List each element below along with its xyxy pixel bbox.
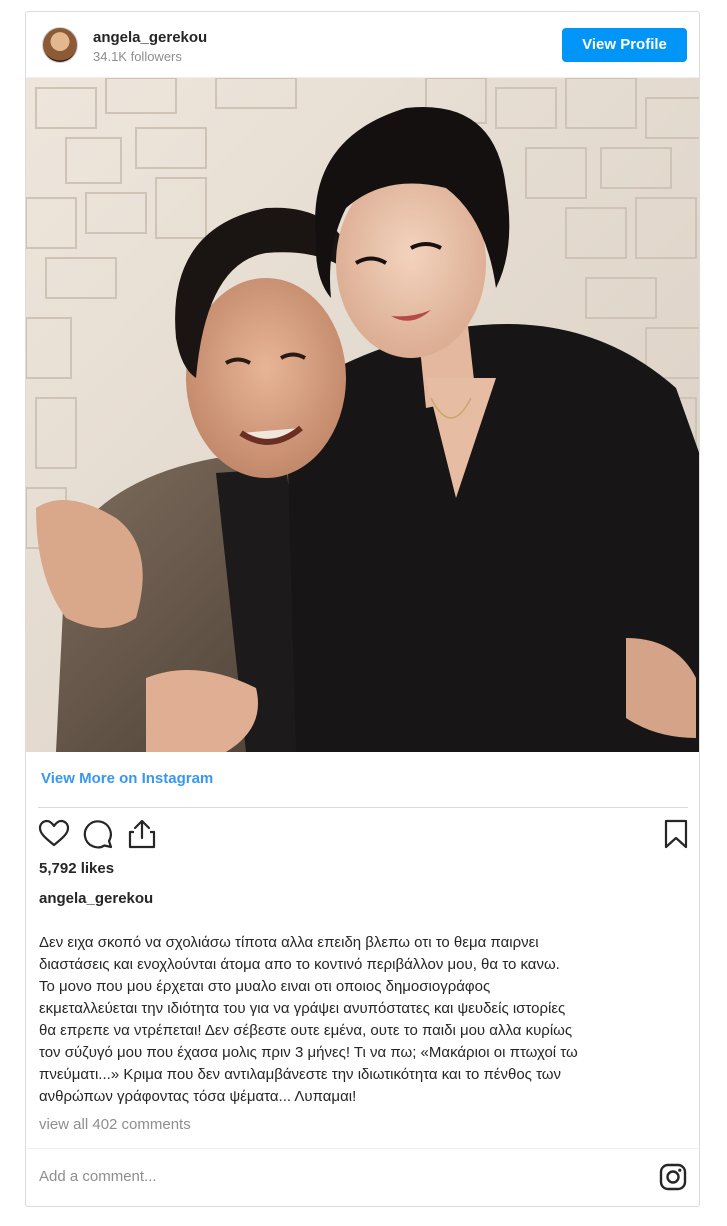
share-icon[interactable] <box>126 818 158 850</box>
caption-line: τον σύζυγό μου που έχασα μολις πριν 3 μή… <box>39 1044 578 1061</box>
add-comment-input[interactable]: Add a comment... <box>39 1168 157 1185</box>
caption-username[interactable]: angela_gerekou <box>39 890 153 907</box>
bookmark-icon[interactable] <box>660 818 692 850</box>
post-photo[interactable] <box>26 78 699 752</box>
caption-line: πνεύματι...» Κριμα που δεν αντιλαμβάνεστ… <box>39 1066 561 1083</box>
post-caption: Δεν ειχα σκοπό να σχολιάσω τίποτα αλλα ε… <box>39 932 694 1108</box>
comment-icon[interactable] <box>82 818 114 850</box>
view-all-comments-link[interactable]: view all 402 comments <box>39 1116 191 1133</box>
instagram-icon[interactable] <box>659 1163 687 1191</box>
caption-line: Δεν ειχα σκοπό να σχολιάσω τίποτα αλλα ε… <box>39 934 539 951</box>
profile-username[interactable]: angela_gerekou <box>93 29 207 46</box>
view-profile-button[interactable]: View Profile <box>562 28 687 62</box>
post-header: angela_gerekou 34.1K followers View Prof… <box>26 12 699 78</box>
view-more-on-instagram-link[interactable]: View More on Instagram <box>41 770 213 787</box>
avatar[interactable] <box>42 27 78 63</box>
instagram-embed-card: angela_gerekou 34.1K followers View Prof… <box>25 11 700 1207</box>
caption-line: ανθρώπων γράφοντας τόσα ψέματα... Λυπαμα… <box>39 1088 357 1105</box>
divider <box>38 807 688 808</box>
likes-count[interactable]: 5,792 likes <box>39 860 114 877</box>
post-photo-image <box>26 78 699 752</box>
followers-count: 34.1K followers <box>93 49 182 64</box>
caption-line: Το μονο που μου έρχεται στο μυαλο ειναι … <box>39 978 491 995</box>
caption-line: θα επρεπε να ντρέπεται! Δεν σέβεστε ουτε… <box>39 1022 573 1039</box>
caption-line: εκμεταλλεύεται την ιδιότητα του για να γ… <box>39 1000 566 1017</box>
heart-icon[interactable] <box>38 818 70 850</box>
caption-line: διαστάσεις και ενοχλούνται άτομα απο το … <box>39 956 560 973</box>
